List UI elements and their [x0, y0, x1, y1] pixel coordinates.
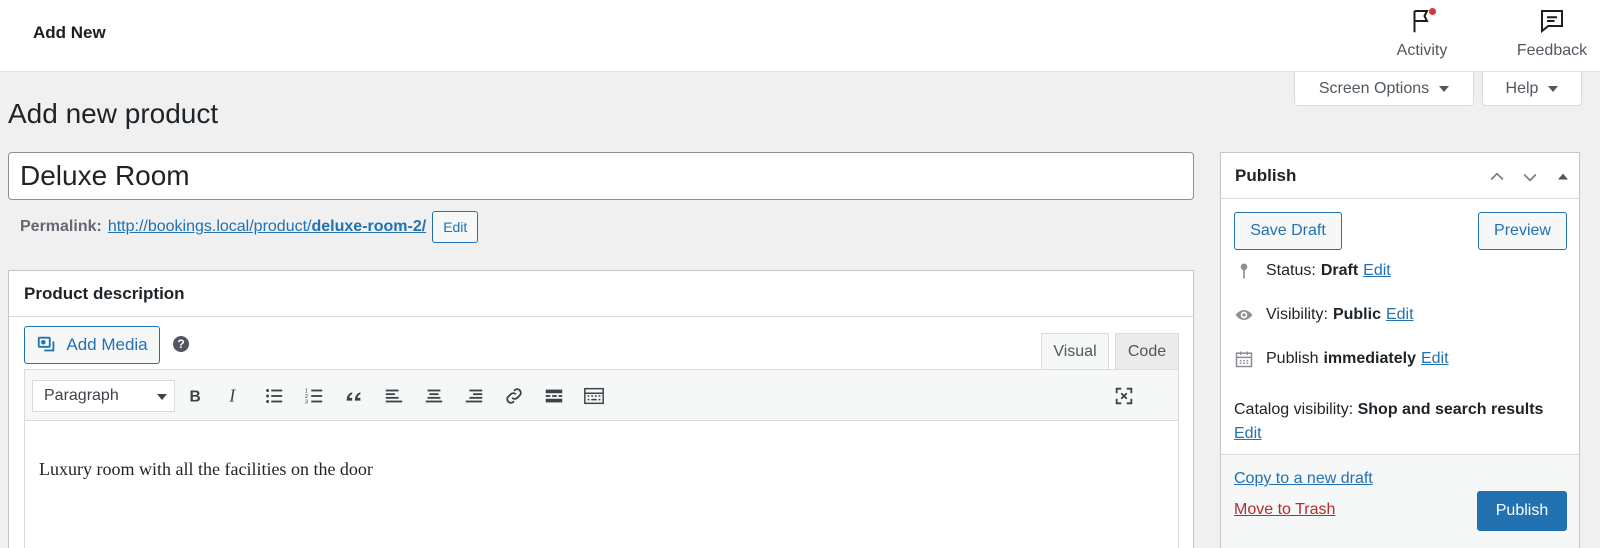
help-icon[interactable]: ? [173, 336, 189, 352]
chevron-up-icon[interactable] [1487, 167, 1507, 187]
catalog-visibility-label: Catalog visibility: [1234, 401, 1354, 418]
product-description-box: Product description Add Media ? Visual C… [8, 270, 1194, 548]
editor-content-area[interactable]: Luxury room with all the facilities on t… [24, 421, 1179, 548]
format-select[interactable]: Paragraph [32, 380, 175, 412]
help-button[interactable]: Help [1482, 72, 1582, 106]
catalog-visibility-edit-link[interactable]: Edit [1234, 425, 1262, 442]
permalink-link[interactable]: http://bookings.local/product/deluxe-roo… [108, 218, 426, 236]
status-edit-link[interactable]: Edit [1363, 262, 1391, 280]
feedback-icon [1541, 10, 1563, 34]
tab-visual[interactable]: Visual [1041, 333, 1109, 369]
product-description-heading: Product description [9, 271, 1193, 317]
status-label: Status: [1266, 262, 1316, 279]
publish-date-edit-link[interactable]: Edit [1421, 350, 1449, 368]
catalog-visibility-row: Catalog visibility: Shop and search resu… [1234, 398, 1554, 446]
publish-date-row: Publish immediately Edit [1234, 349, 1449, 369]
breadcrumb: Add New [33, 23, 106, 42]
link-icon[interactable] [500, 382, 528, 410]
read-more-icon[interactable] [540, 382, 568, 410]
help-label: Help [1505, 79, 1539, 97]
caret-down-icon [1548, 85, 1559, 92]
toolbar-toggle-icon[interactable] [580, 382, 608, 410]
screen-options-button[interactable]: Screen Options [1294, 72, 1474, 106]
notification-dot [1429, 8, 1436, 15]
status-value: Draft [1320, 262, 1359, 279]
publish-button[interactable]: Publish [1477, 491, 1567, 531]
visibility-label: Visibility: [1266, 306, 1328, 323]
blockquote-icon[interactable] [340, 382, 368, 410]
svg-text:B: B [190, 389, 201, 406]
status-row: Status: Draft Edit [1234, 261, 1391, 281]
eye-icon [1235, 310, 1253, 320]
align-center-icon[interactable] [420, 382, 448, 410]
catalog-visibility-value: Shop and search results [1357, 401, 1544, 418]
feedback-label: Feedback [1516, 42, 1588, 59]
format-select-value: Paragraph [44, 387, 119, 404]
preview-button[interactable]: Preview [1478, 212, 1567, 250]
visibility-edit-link[interactable]: Edit [1386, 306, 1414, 324]
tab-code[interactable]: Code [1115, 333, 1179, 369]
svg-text:I: I [228, 386, 236, 406]
product-title-input[interactable] [8, 152, 1194, 200]
caret-down-icon [1439, 85, 1450, 92]
bullet-list-icon[interactable] [260, 382, 288, 410]
permalink-base: http://bookings.local/product/ [107, 218, 312, 235]
screen-options-label: Screen Options [1318, 79, 1430, 97]
calendar-icon [1235, 351, 1253, 368]
page-title: Add new product [8, 98, 219, 129]
media-icon [38, 336, 55, 352]
collapse-toggle-icon[interactable] [1553, 167, 1573, 187]
permalink-slug: deluxe-room-2/ [311, 218, 427, 235]
publish-date-label: Publish [1266, 350, 1319, 367]
permalink-row: Permalink: http://bookings.local/product… [20, 210, 479, 244]
visibility-value: Public [1332, 306, 1381, 323]
bold-icon[interactable]: B [181, 382, 209, 410]
svg-text:3: 3 [305, 399, 308, 405]
fullscreen-icon[interactable] [1110, 382, 1138, 410]
top-bar: Add New Activity Feedback [0, 0, 1600, 72]
numbered-list-icon[interactable]: 123 [300, 382, 328, 410]
feedback-button[interactable]: Feedback [1507, 6, 1597, 60]
align-right-icon[interactable] [460, 382, 488, 410]
add-media-button[interactable]: Add Media [24, 326, 160, 364]
copy-to-draft-link[interactable]: Copy to a new draft [1234, 470, 1373, 488]
editor-text: Luxury room with all the facilities on t… [39, 459, 373, 479]
pin-icon [1240, 263, 1248, 279]
move-to-trash-link[interactable]: Move to Trash [1234, 501, 1335, 519]
italic-icon[interactable]: I [220, 382, 248, 410]
align-left-icon[interactable] [380, 382, 408, 410]
caret-down-icon [157, 394, 167, 400]
visibility-row: Visibility: Public Edit [1234, 305, 1414, 325]
publish-box: Publish Save Draft Preview Status: Draft… [1220, 152, 1580, 548]
publish-actions: Copy to a new draft Move to Trash Publis… [1221, 454, 1579, 548]
chevron-down-icon[interactable] [1520, 167, 1540, 187]
permalink-label: Permalink: [20, 218, 102, 235]
add-media-label: Add Media [66, 335, 148, 354]
editor-toolbar: Paragraph B I 123 [24, 369, 1179, 421]
activity-label: Activity [1396, 42, 1448, 59]
permalink-edit-button[interactable]: Edit [432, 211, 479, 243]
publish-date-value: immediately [1323, 350, 1416, 367]
activity-button[interactable]: Activity [1387, 6, 1457, 60]
save-draft-button[interactable]: Save Draft [1234, 212, 1342, 250]
